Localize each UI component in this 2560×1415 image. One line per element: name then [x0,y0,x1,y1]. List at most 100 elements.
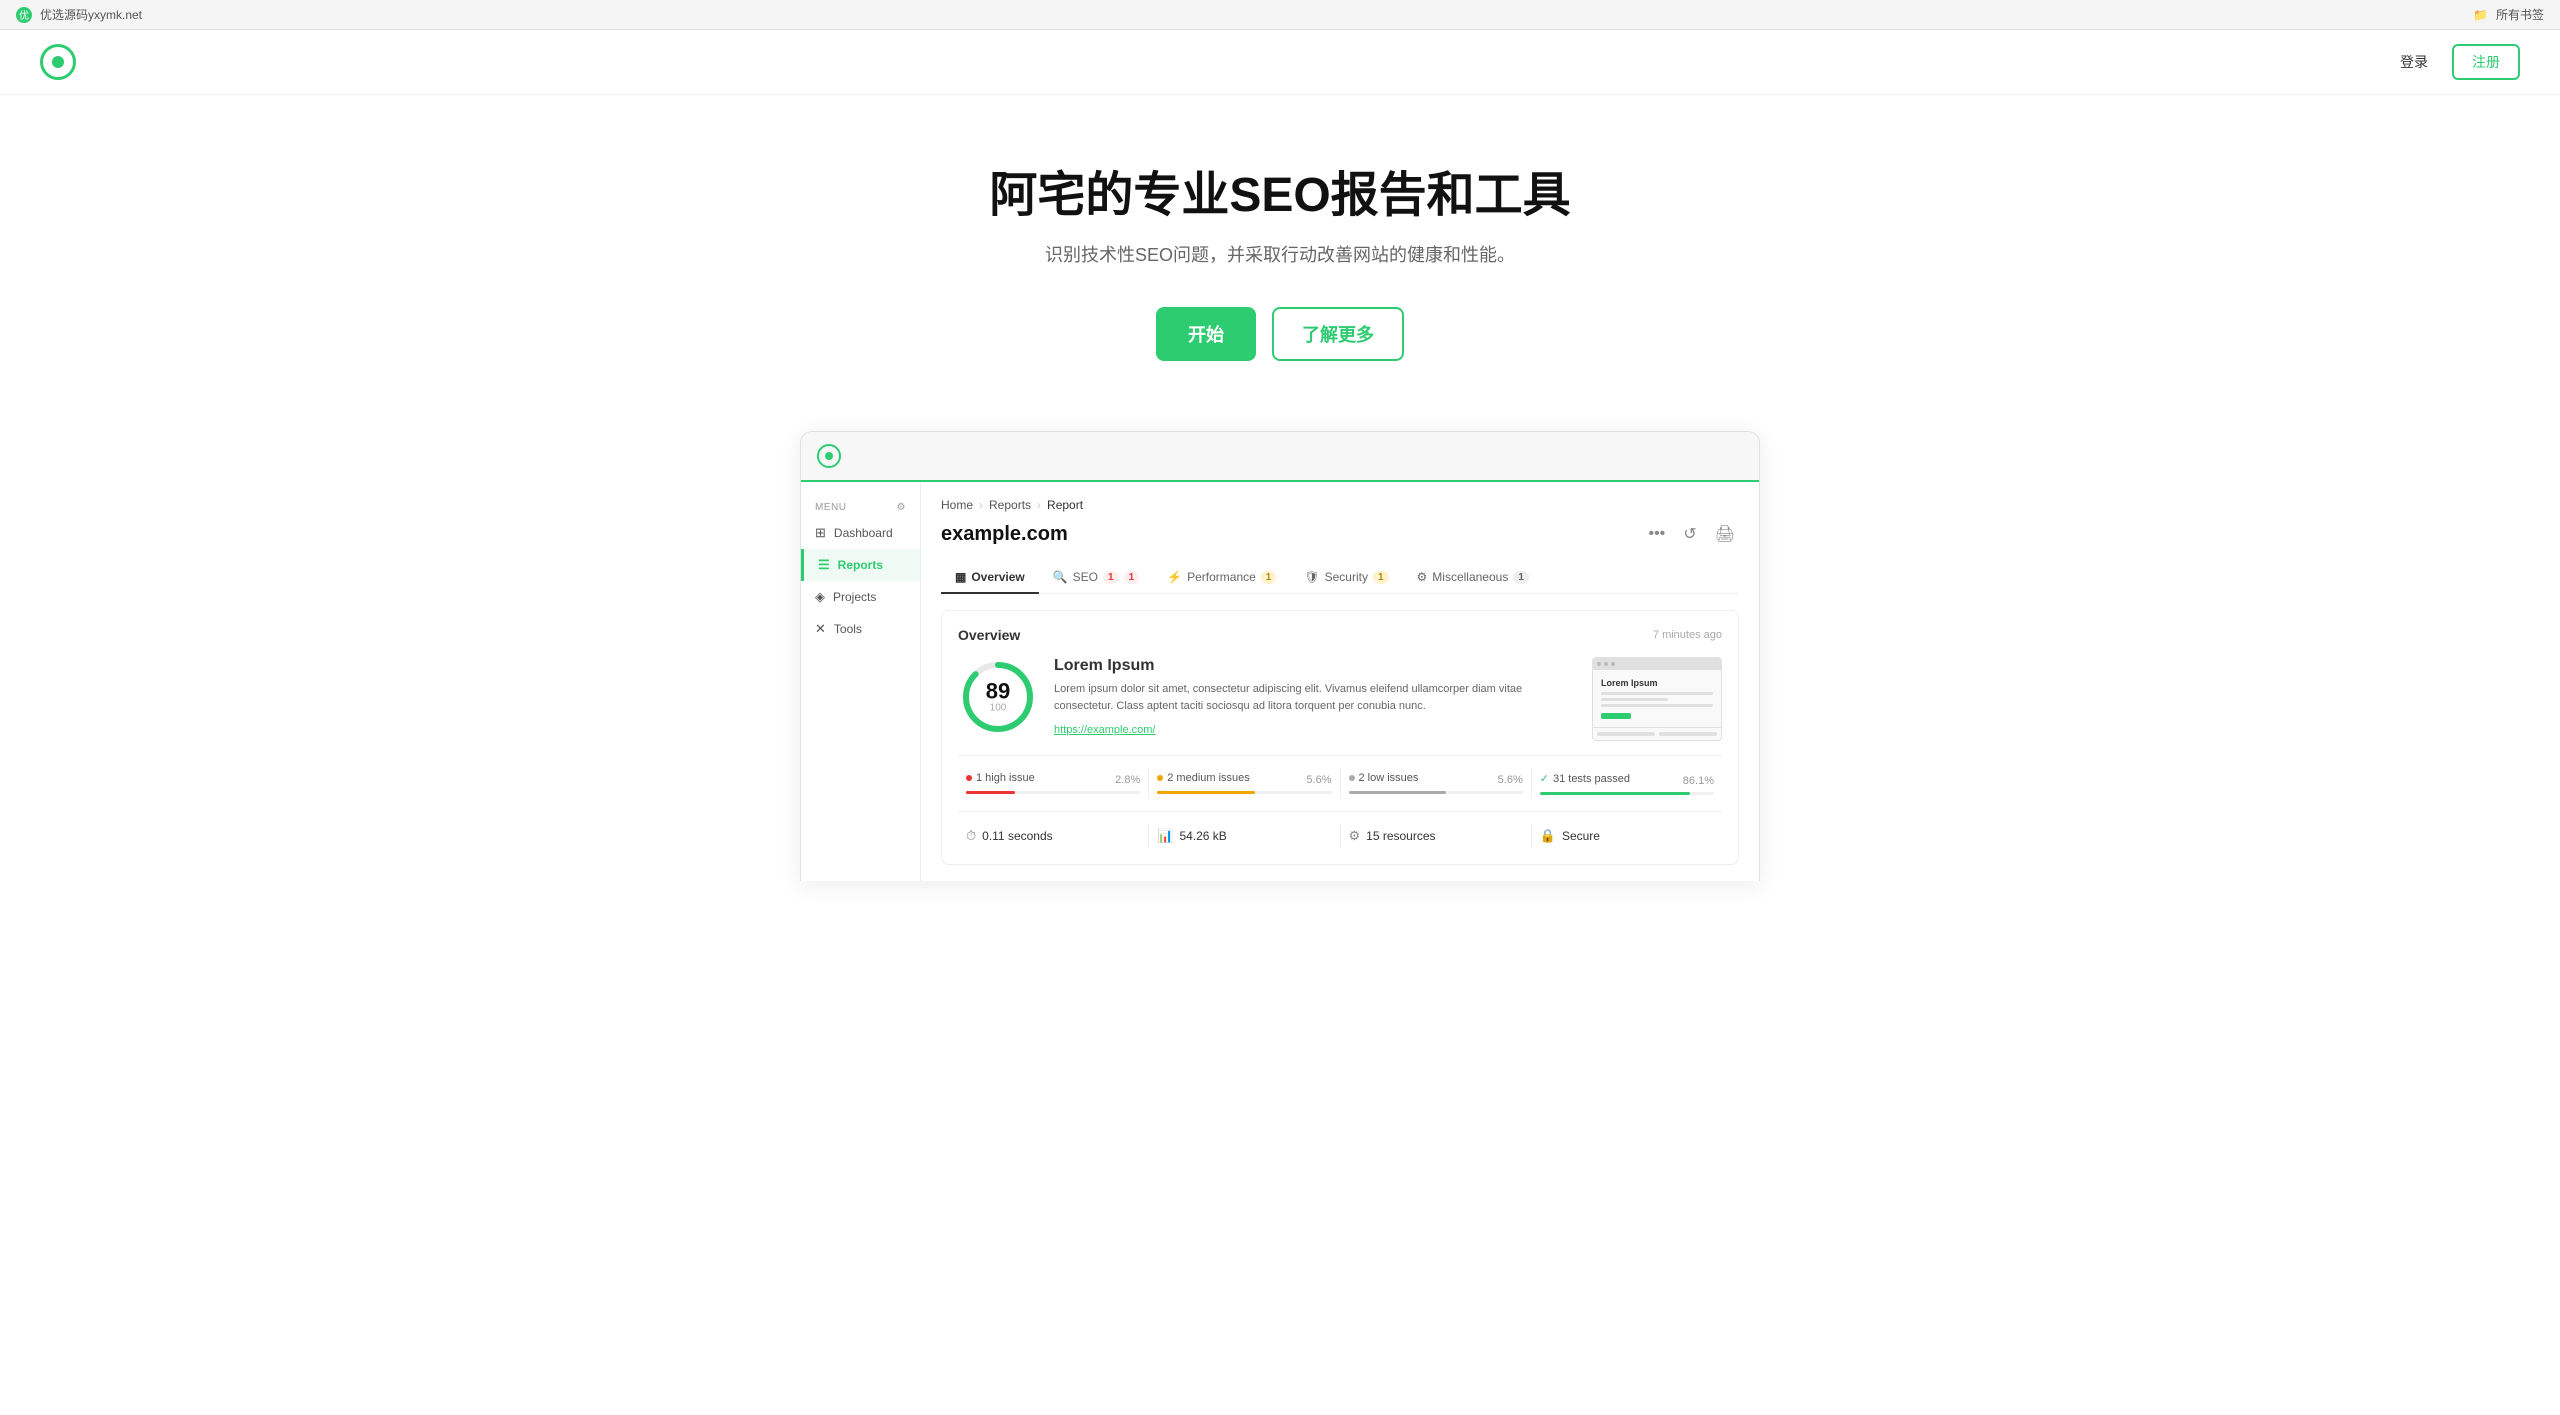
metrics-row: ⏱ 0.11 seconds 📊 54.26 kB ⚙ 15 resources… [958,811,1722,848]
app-logo-icon [817,444,841,468]
app-logo [801,432,921,480]
more-options-button[interactable]: ••• [1644,521,1669,547]
secure-value: Secure [1562,829,1600,843]
overview-card: Overview 7 minutes ago 89 100 [941,610,1739,865]
projects-icon: ◈ [815,589,825,605]
medium-issue-label: 2 medium issues [1167,772,1250,784]
page-actions: ••• ↺ 🖨 [1644,520,1739,548]
breadcrumb-current: Report [1047,498,1083,512]
logo-icon [40,44,76,80]
stat-high-issues: 1 high issue 2.8% [958,768,1149,799]
low-issue-label: 2 low issues [1359,772,1419,784]
size-icon: 📊 [1157,828,1173,844]
performance-badge: 1 [1261,571,1277,584]
hero-buttons: 开始 了解更多 [20,307,2540,361]
passed-label: 31 tests passed [1553,773,1630,785]
thumb-cta [1601,713,1631,719]
lock-icon: 🔒 [1540,828,1556,844]
high-issue-dot [966,775,972,781]
overview-info: Lorem Ipsum Lorem ipsum dolor sit amet, … [1054,657,1576,738]
site-logo [40,44,76,80]
metric-load-time: ⏱ 0.11 seconds [958,824,1149,848]
security-icon: 🛡 [1304,570,1319,584]
score-max: 100 [986,703,1010,714]
site-description: Lorem ipsum dolor sit amet, consectetur … [1054,681,1576,714]
resources-icon: ⚙ [1349,828,1361,844]
passed-value: 86.1% [1683,775,1714,787]
size-value: 54.26 kB [1179,829,1226,843]
tab-security[interactable]: 🛡 Security 1 [1290,562,1402,594]
overview-time: 7 minutes ago [1653,629,1722,641]
stat-low-issues: 2 low issues 5.6% [1341,768,1532,799]
overview-icon: ▦ [955,570,966,584]
sidebar-item-projects[interactable]: ◈ Projects [801,581,920,613]
main-content: Home › Reports › Report example.com ••• … [921,482,1759,881]
score-text: 89 100 [986,681,1010,714]
dashboard-icon: ⊞ [815,525,826,541]
start-button[interactable]: 开始 [1156,307,1256,361]
thumb-title: Lorem Ipsum [1601,678,1713,688]
refresh-button[interactable]: ↺ [1679,520,1700,548]
overview-header: Overview 7 minutes ago [958,627,1722,643]
folder-icon: 📁 [2473,8,2488,22]
hero-subtitle: 识别技术性SEO问题，并采取行动改善网站的健康和性能。 [20,241,2540,267]
low-issue-dot [1349,775,1355,781]
stat-passed: ✓ 31 tests passed 86.1% [1532,768,1722,799]
high-issue-value: 2.8% [1115,774,1140,786]
high-issue-bar [966,791,1015,794]
metric-size: 📊 54.26 kB [1149,824,1340,848]
register-button[interactable]: 注册 [2452,44,2520,80]
resources-value: 15 resources [1366,829,1435,843]
sidebar-item-dashboard[interactable]: ⊞ Dashboard [801,517,920,549]
performance-icon: ⚡ [1167,570,1182,584]
app-top-bar [801,432,1759,482]
overview-body: 89 100 Lorem Ipsum Lorem ipsum dolor sit… [958,657,1722,741]
score-number: 89 [986,681,1010,703]
metric-secure: 🔒 Secure [1532,824,1722,848]
page-header: example.com ••• ↺ 🖨 [941,520,1739,548]
misc-badge: 1 [1513,571,1529,584]
sidebar-item-reports[interactable]: ☰ Reports [801,549,920,581]
tabs: ▦ Overview 🔍 SEO 1 1 ⚡ Performance 1 🛡 S… [941,562,1739,594]
site-nav: 登录 注册 [0,30,2560,95]
app-preview: MENU ⚙ ⊞ Dashboard ☰ Reports ◈ Projects … [800,431,1760,881]
sidebar: MENU ⚙ ⊞ Dashboard ☰ Reports ◈ Projects … [801,482,921,881]
thumb-body: Lorem Ipsum [1593,670,1721,727]
tab-performance[interactable]: ⚡ Performance 1 [1153,562,1290,594]
breadcrumb-home[interactable]: Home [941,498,973,512]
reports-icon: ☰ [818,557,830,573]
breadcrumb-reports[interactable]: Reports [989,498,1031,512]
browser-bar: 优 优选源码yxymk.net 📁 所有书签 [0,0,2560,30]
site-url[interactable]: https://example.com/ [1054,724,1156,736]
overview-title: Overview [958,627,1020,643]
stats-row: 1 high issue 2.8% 2 med [958,755,1722,799]
low-issue-value: 5.6% [1498,774,1523,786]
site-thumbnail: Lorem Ipsum [1592,657,1722,741]
timer-icon: ⏱ [966,828,976,844]
tab-seo[interactable]: 🔍 SEO 1 1 [1039,562,1153,594]
misc-icon: ⚙ [1417,570,1428,584]
sidebar-item-tools[interactable]: ✕ Tools [801,613,920,645]
tab-miscellaneous[interactable]: ⚙ Miscellaneous 1 [1403,562,1543,594]
metric-resources: ⚙ 15 resources [1341,824,1532,848]
tab-overview[interactable]: ▦ Overview [941,562,1039,594]
hero-section: 阿宅的专业SEO报告和工具 识别技术性SEO问题，并采取行动改善网站的健康和性能… [0,95,2560,401]
browser-site-label: 优选源码yxymk.net [40,6,142,23]
security-badge: 1 [1373,571,1389,584]
seo-icon: 🔍 [1053,570,1068,584]
print-button[interactable]: 🖨 [1711,520,1739,548]
learn-more-button[interactable]: 了解更多 [1272,307,1404,361]
site-name: Lorem Ipsum [1054,657,1576,675]
medium-issue-value: 5.6% [1306,774,1331,786]
settings-icon[interactable]: ⚙ [897,502,906,513]
sidebar-menu-label: MENU ⚙ [801,498,920,517]
hero-title: 阿宅的专业SEO报告和工具 [20,155,2540,225]
app-body: MENU ⚙ ⊞ Dashboard ☰ Reports ◈ Projects … [801,482,1759,881]
low-issue-bar [1349,791,1447,794]
passed-bar [1540,792,1690,795]
thumb-bar [1593,658,1721,670]
seo-badge-1: 1 [1103,571,1119,584]
load-time-value: 0.11 seconds [982,829,1053,843]
login-button[interactable]: 登录 [2388,46,2440,78]
thumb-footer [1593,727,1721,740]
